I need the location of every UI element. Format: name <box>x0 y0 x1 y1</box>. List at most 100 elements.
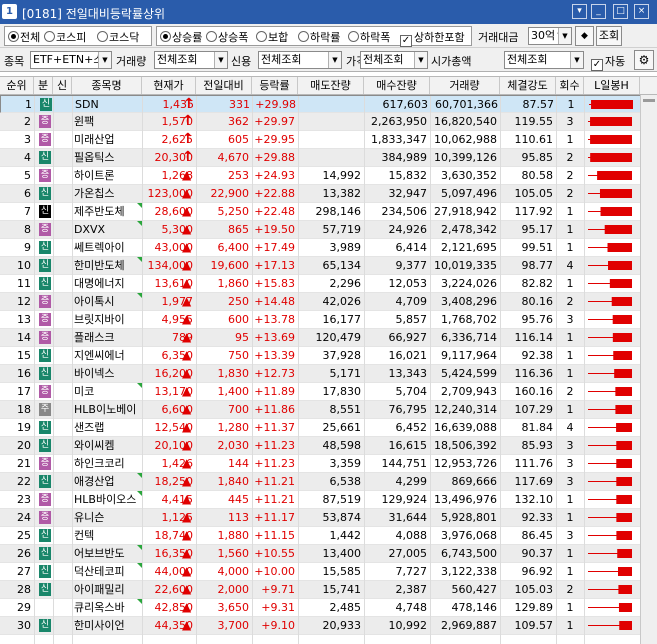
radio-market-kospi[interactable]: 코스피 <box>44 29 86 45</box>
table-row[interactable]: 신 1 SDN 1,435 331 +29.98 617,603 60,701,366 87.5… <box>0 95 657 113</box>
table-row[interactable]: 신 20 와이씨켐 20,100 2,030 +11.23 48,598 16,615 18,5… <box>0 437 657 455</box>
col-price[interactable]: 현재가 <box>142 77 196 94</box>
strength-cell: 98.77 <box>521 259 554 272</box>
up-triangle-icon: ▲ <box>182 222 192 236</box>
restore-button[interactable]: □ <box>613 4 628 19</box>
table-row[interactable]: 증 5 하이트론 1,268 253 +24.93 14,992 15,832 3,630,35… <box>0 167 657 185</box>
col-count[interactable]: 회수 <box>556 77 584 94</box>
radio-market-all[interactable]: 전체 <box>8 29 40 45</box>
table-row[interactable]: 증 17 미코 13,170 1,400 +11.89 17,830 5,704 2,709,9… <box>0 383 657 401</box>
window-title: [0181] 전일대비등락률상위 <box>22 7 166 21</box>
scroll-thumb[interactable] <box>643 99 655 102</box>
count-cell: 2 <box>566 385 574 398</box>
up-triangle-icon: ▲ <box>182 294 192 308</box>
table-row[interactable]: 신 7 제주반도체 28,600 5,250 +22.48 298,146 234,506 27… <box>0 203 657 221</box>
stock-name-cell: HLB바이오스 <box>74 493 137 506</box>
table-row[interactable]: 신 15 지엔씨에너 6,350 750 +13.39 37,928 16,021 9,117,… <box>0 347 657 365</box>
table-row[interactable]: 신 11 대명에너지 13,610 1,860 +15.83 2,296 12,053 3,22… <box>0 275 657 293</box>
strength-cell: 105.05 <box>514 187 554 200</box>
radio-fall-rate[interactable]: 하락률 <box>298 29 340 45</box>
table-row[interactable]: 신 4 필옵틱스 20,300 4,670 +29.88 384,989 10,399,126… <box>0 149 657 167</box>
auto-checkbox[interactable]: ✓ 자동 <box>591 53 625 71</box>
marketcap-select[interactable]: 전체조회 ▼ <box>504 51 584 69</box>
settings-shortcut-button[interactable]: ◆ <box>575 26 594 46</box>
include-limit-checkbox[interactable]: ✓ 상하한포함 <box>400 29 465 47</box>
stock-name-cell: 가온칩스 <box>74 187 115 200</box>
stock-name-cell: 아이톡시 <box>74 295 115 308</box>
table-row[interactable]: 주 18 HLB이노베이 6,600 700 +11.86 8,551 76,795 12,24… <box>0 401 657 419</box>
table-row[interactable]: 증 14 플래스크 789 95 +13.69 120,479 66,927 6,336,714… <box>0 329 657 347</box>
item-select[interactable]: ETF+ETN+스팩 ▼ <box>30 51 112 69</box>
table-row[interactable]: 신 19 샌즈랩 12,540 1,280 +11.37 25,661 6,452 16,639… <box>0 419 657 437</box>
col-daily-chart[interactable]: L일봉H <box>584 77 640 94</box>
vertical-scrollbar[interactable] <box>640 95 657 644</box>
stock-name-cell: 바이넥스 <box>74 367 115 380</box>
col-sell-remain[interactable]: 매도잔량 <box>298 77 364 94</box>
table-row[interactable]: 신 10 한미반도체 134,000 19,600 +17.13 65,134 9,377 10… <box>0 257 657 275</box>
table-row[interactable]: 증 21 하인크코리 1,426 144 +11.23 3,359 144,751 12,953… <box>0 455 657 473</box>
table-row[interactable]: 29 큐리옥스바 42,850 3,650 +9.31 2,485 4,748 478,146… <box>0 599 657 617</box>
table-row[interactable]: 신 30 한미사이언 44,350 3,700 +9.10 20,933 10,992 2,96… <box>0 617 657 635</box>
count-cell: 3 <box>566 475 574 488</box>
col-volume[interactable]: 거래량 <box>430 77 500 94</box>
strength-cell: 85.93 <box>521 439 554 452</box>
table-row[interactable]: 신 25 컨텍 18,740 1,880 +11.15 1,442 4,088 3,976,06… <box>0 527 657 545</box>
category-badge: 주 <box>39 403 51 416</box>
table-row[interactable]: 증 13 브릿지바이 4,955 600 +13.78 16,177 5,857 1,768,7… <box>0 311 657 329</box>
credit-select[interactable]: 전체조회 ▼ <box>258 51 342 69</box>
count-cell: 1 <box>566 565 574 578</box>
table-row[interactable]: 신 16 바이넥스 16,200 1,830 +12.73 5,171 13,343 5,424… <box>0 365 657 383</box>
volume-label: 거래량 <box>116 55 147 68</box>
volume-select[interactable]: 전체조회 ▼ <box>154 51 228 69</box>
change-cell: 3,650 <box>217 601 250 614</box>
table-row[interactable]: 증 24 유니슨 1,125 113 +11.17 53,874 31,644 5,928,80… <box>0 509 657 527</box>
query-button[interactable]: 조회 <box>596 26 622 46</box>
candle-body <box>609 279 632 288</box>
radio-fall-amount[interactable]: 하락폭 <box>348 29 390 45</box>
candle-body <box>617 549 632 558</box>
change-cell: 445 <box>228 493 249 506</box>
daily-candle-chart <box>588 351 632 360</box>
table-row[interactable]: 신 9 쎄트렉아이 43,000 6,400 +17.49 3,989 6,414 2,121,… <box>0 239 657 257</box>
candle-body <box>604 225 632 234</box>
radio-market-kosdaq[interactable]: 코스닥 <box>97 29 139 45</box>
table-row[interactable]: 증 23 HLB바이오스 4,415 445 +11.21 87,519 129,924 13,… <box>0 491 657 509</box>
candle-body <box>618 603 632 612</box>
table-row[interactable]: 신 28 아이패밀리 22,600 2,000 +9.71 15,741 2,387 560,4… <box>0 581 657 599</box>
minimize-button[interactable]: _ <box>591 4 606 19</box>
radio-rise-rate[interactable]: 상승률 <box>160 29 202 45</box>
table-row[interactable]: 증 3 미래산업 2,625 605 +29.95 1,833,347 10,062,988 1… <box>0 131 657 149</box>
table-row[interactable]: 신 26 어보브반도 16,350 1,560 +10.55 13,400 27,005 6,7… <box>0 545 657 563</box>
radio-rise-amount[interactable]: 상승폭 <box>206 29 248 45</box>
table-row[interactable]: 신 6 가온칩스 123,000 22,900 +22.88 13,382 32,947 5,0… <box>0 185 657 203</box>
table-row[interactable]: 신 22 애경산업 18,250 1,840 +11.21 6,538 4,299 869,66… <box>0 473 657 491</box>
daily-candle-chart <box>588 261 632 270</box>
trade-amount-select[interactable]: 30억↑ ▼ <box>528 27 572 45</box>
change-cell: 22,900 <box>210 187 250 200</box>
close-button[interactable]: × <box>634 4 649 19</box>
column-divider <box>430 96 431 644</box>
col-rank[interactable]: 순위 <box>0 77 34 94</box>
up-triangle-icon: ▲ <box>182 204 192 218</box>
table-row[interactable]: 증 2 윈팩 1,570 362 +29.97 2,263,950 16,820,540 119… <box>0 113 657 131</box>
col-category[interactable]: 분 <box>34 77 53 94</box>
table-row[interactable]: 증 12 아이톡시 1,977 250 +14.48 42,026 4,709 3,408,29… <box>0 293 657 311</box>
up-triangle-icon: ▲ <box>182 528 192 542</box>
change-cell: 331 <box>229 98 250 111</box>
up-triangle-icon: ▲ <box>182 618 192 632</box>
col-strength[interactable]: 체결강도 <box>500 77 556 94</box>
volume-cell: 6,336,714 <box>441 331 497 344</box>
table-row[interactable]: 증 8 DXVX 5,300 865 +19.50 57,719 24,926 2,478,34… <box>0 221 657 239</box>
table-row[interactable]: 신 27 덕산테코피 44,000 4,000 +10.00 15,585 7,727 3,12… <box>0 563 657 581</box>
col-change[interactable]: 전일대비 <box>196 77 252 94</box>
col-credit[interactable]: 신 <box>53 77 72 94</box>
menu-button[interactable]: ▾ <box>572 4 587 19</box>
col-rate[interactable]: 등락률 <box>252 77 298 94</box>
category-badge: 증 <box>39 385 51 398</box>
volume-cell: 3,630,352 <box>441 169 497 182</box>
price-select[interactable]: 전체조회 ▼ <box>360 51 428 69</box>
radio-flat[interactable]: 보합 <box>256 29 288 45</box>
gear-icon[interactable]: ⚙ <box>634 50 654 70</box>
col-name[interactable]: 종목명 <box>72 77 142 94</box>
col-buy-remain[interactable]: 매수잔량 <box>364 77 430 94</box>
